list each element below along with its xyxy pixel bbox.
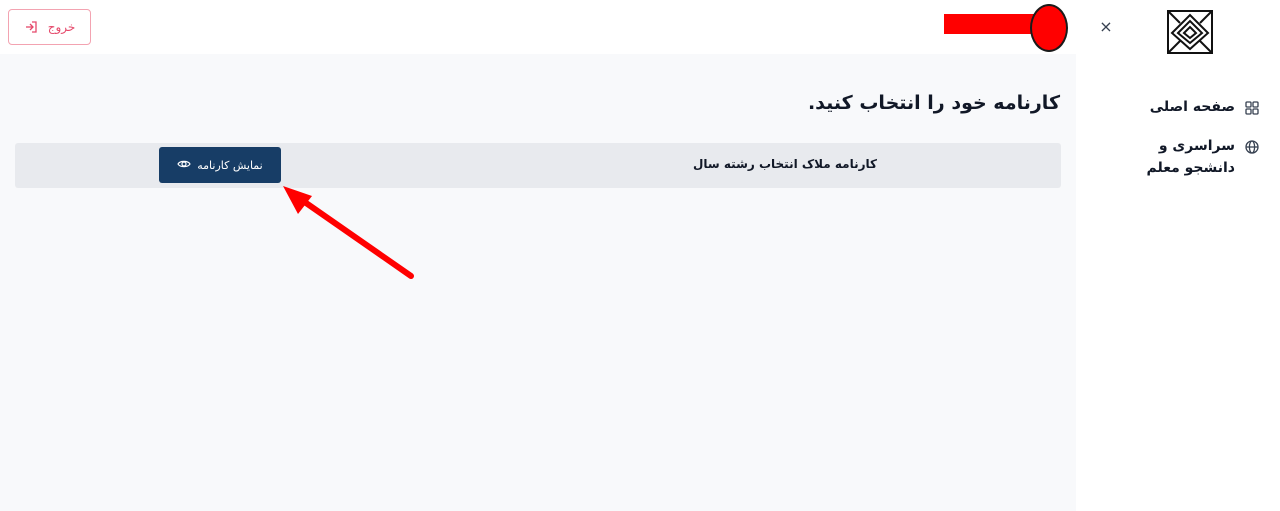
dashboard-grid-icon (1244, 100, 1260, 116)
logout-button[interactable]: خروج (8, 9, 91, 45)
sidebar: × صفحه اصلی سراسری و دانشجو معلم (1076, 0, 1280, 511)
top-header: خروج (0, 0, 1076, 54)
show-report-card-button[interactable]: نمایش کارنامه (159, 147, 281, 183)
redacted-avatar (1030, 4, 1068, 52)
report-card-row: کارنامه ملاک انتخاب رشته سال نمایش کارنا… (15, 143, 1061, 188)
sidebar-item-home[interactable]: صفحه اصلی (1150, 96, 1260, 118)
annotation-arrow (283, 186, 414, 279)
show-report-card-label: نمایش کارنامه (197, 158, 263, 172)
report-card-title: کارنامه ملاک انتخاب رشته سال (693, 157, 877, 171)
logout-label: خروج (47, 20, 76, 34)
sidebar-item-national-exam[interactable]: سراسری و دانشجو معلم (1125, 135, 1260, 179)
redacted-username (944, 14, 1034, 34)
app-root: خروج × صفحه اصلی سراسری و دانشجو معلم کا… (0, 0, 1280, 511)
close-sidebar-button[interactable]: × (1098, 16, 1114, 38)
main-content: کارنامه خود را انتخاب کنید. کارنامه ملاک… (0, 54, 1076, 511)
globe-icon (1244, 139, 1260, 155)
page-title: کارنامه خود را انتخاب کنید. (807, 92, 1060, 114)
brand-logo-icon[interactable] (1166, 9, 1214, 55)
eye-icon (177, 157, 191, 174)
sidebar-item-label: سراسری و دانشجو معلم (1146, 138, 1236, 176)
logout-icon (24, 20, 38, 34)
sidebar-item-label: صفحه اصلی (1149, 99, 1235, 115)
